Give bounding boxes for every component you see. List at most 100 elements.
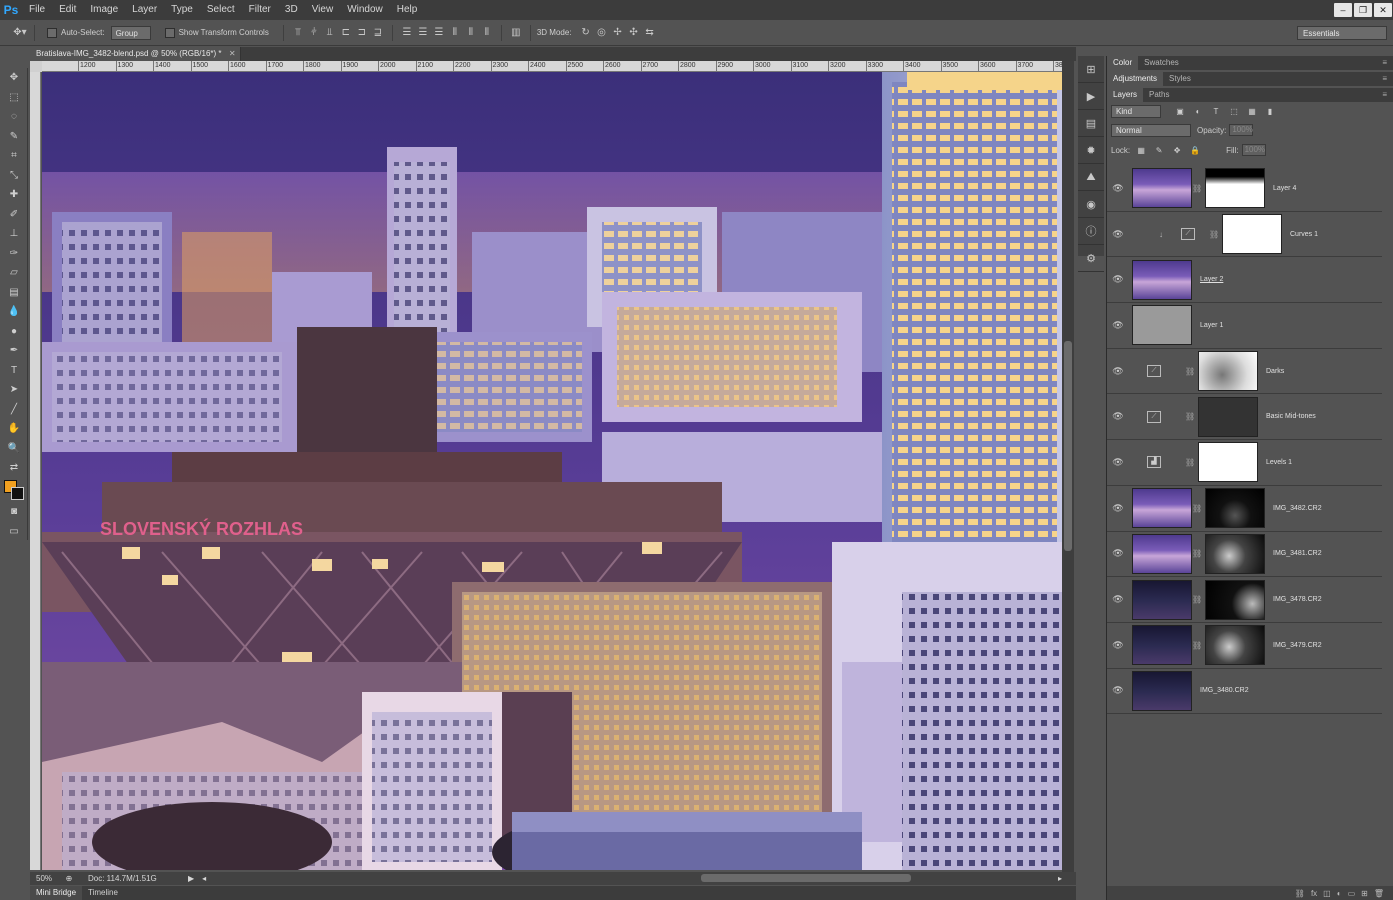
path-select-tool-icon[interactable]: ➤: [0, 380, 28, 400]
visibility-eye-icon[interactable]: 👁: [1107, 411, 1129, 422]
visibility-eye-icon[interactable]: 👁: [1107, 183, 1129, 194]
align-bottom-icon[interactable]: ⫫: [322, 26, 338, 40]
add-mask-icon[interactable]: ◫: [1323, 889, 1331, 898]
tab-adjustments[interactable]: Adjustments: [1107, 72, 1164, 86]
document-tab[interactable]: Bratislava-IMG_3482-blend.psd @ 50% (RGB…: [30, 47, 241, 61]
visibility-eye-icon[interactable]: 👁: [1107, 229, 1129, 240]
link-icon[interactable]: ⛓: [1192, 504, 1202, 513]
status-icon[interactable]: ⊕: [62, 874, 76, 883]
layer-row[interactable]: 👁 ⟋ ⛓ Darks: [1107, 349, 1382, 395]
layer-mask-thumbnail[interactable]: [1198, 396, 1258, 437]
layer-row[interactable]: 👁 ⛓ IMG_3481.CR2: [1107, 532, 1382, 578]
menu-image[interactable]: Image: [83, 0, 125, 20]
clone-source-icon[interactable]: ⛰: [1078, 164, 1104, 191]
3d-pan-icon[interactable]: ✢: [610, 26, 626, 40]
actions-icon[interactable]: ▶: [1078, 83, 1104, 110]
restore-button[interactable]: ❐: [1354, 3, 1372, 17]
layer-mask-thumbnail[interactable]: [1205, 168, 1265, 209]
link-icon[interactable]: ⛓: [1209, 230, 1219, 239]
3d-rotate-icon[interactable]: ↻: [578, 26, 594, 40]
lock-all-icon[interactable]: 🔒: [1188, 144, 1202, 156]
minimize-button[interactable]: –: [1334, 3, 1352, 17]
brush-settings-icon[interactable]: ✹: [1078, 137, 1104, 164]
vertical-scroll-thumb[interactable]: [1064, 341, 1072, 551]
close-tab-icon[interactable]: ✕: [229, 47, 236, 61]
layer-row[interactable]: 👁 Layer 2: [1107, 257, 1382, 304]
visibility-eye-icon[interactable]: 👁: [1107, 640, 1129, 651]
panel-menu-icon[interactable]: ≡: [1382, 56, 1393, 70]
layer-mask-thumbnail[interactable]: [1205, 488, 1265, 529]
status-menu-icon[interactable]: ▶: [188, 874, 194, 883]
visibility-eye-icon[interactable]: 👁: [1107, 685, 1129, 696]
healing-brush-tool-icon[interactable]: ✚: [0, 185, 28, 205]
type-tool-icon[interactable]: T: [0, 361, 28, 381]
link-icon[interactable]: ⛓: [1192, 641, 1202, 650]
3d-roll-icon[interactable]: ◎: [594, 26, 610, 40]
horizontal-scrollbar[interactable]: [206, 872, 1058, 885]
menu-3d[interactable]: 3D: [278, 0, 305, 20]
marquee-tool-icon[interactable]: ⬚: [0, 88, 28, 108]
distribute-right-icon[interactable]: ⫴: [479, 26, 495, 40]
dodge-tool-icon[interactable]: ●: [0, 322, 28, 342]
layer-row[interactable]: 👁 ⟋ ⛓ Basic Mid-tones: [1107, 394, 1382, 441]
horizontal-scroll-thumb[interactable]: [701, 874, 912, 882]
horizontal-ruler[interactable]: 1200 1300 1400 1500 1600 1700 1800 1900 2000 2100…: [42, 61, 1062, 72]
link-icon[interactable]: ⛓: [1192, 549, 1202, 558]
align-hcenter-icon[interactable]: ⊐: [354, 26, 370, 40]
new-adjustment-icon[interactable]: ◐: [1337, 889, 1342, 898]
link-layers-icon[interactable]: ⛓: [1295, 889, 1305, 898]
layer-row[interactable]: 👁 ⛓ Layer 4: [1107, 166, 1382, 212]
distribute-vcenter-icon[interactable]: ☰: [415, 26, 431, 40]
layer-row[interactable]: 👁 Layer 1: [1107, 303, 1382, 349]
delete-layer-icon[interactable]: 🗑: [1374, 889, 1384, 898]
auto-align-icon[interactable]: ▥: [508, 26, 524, 40]
layer-row[interactable]: 👁 ⛓ IMG_3482.CR2: [1107, 486, 1382, 532]
menu-window[interactable]: Window: [340, 0, 390, 20]
menu-help[interactable]: Help: [390, 0, 425, 20]
menu-file[interactable]: File: [22, 0, 52, 20]
tab-mini-bridge[interactable]: Mini Bridge: [30, 886, 83, 900]
align-right-icon[interactable]: ⊒: [370, 26, 386, 40]
layer-row[interactable]: 👁 ↓ ⟋ ⛓ Curves 1: [1107, 212, 1382, 258]
menu-type[interactable]: Type: [164, 0, 200, 20]
tab-layers[interactable]: Layers: [1107, 88, 1144, 102]
eyedropper-tool-icon[interactable]: ⤡: [0, 166, 28, 186]
panel-menu-icon[interactable]: ≡: [1382, 72, 1393, 86]
layer-mask-thumbnail[interactable]: [1205, 533, 1265, 574]
link-icon[interactable]: ⛓: [1192, 595, 1202, 604]
distribute-bottom-icon[interactable]: ☰: [431, 26, 447, 40]
link-icon[interactable]: ⛓: [1185, 458, 1195, 467]
lasso-tool-icon[interactable]: ◌: [0, 107, 28, 127]
fill-field[interactable]: 100%: [1241, 144, 1266, 156]
tab-paths[interactable]: Paths: [1143, 88, 1175, 102]
filter-adjustment-icon[interactable]: ◐: [1191, 105, 1205, 117]
layer-mask-thumbnail[interactable]: [1205, 625, 1265, 666]
ruler-origin[interactable]: [30, 61, 42, 72]
auto-select-dropdown[interactable]: Group: [110, 25, 151, 40]
layer-mask-thumbnail[interactable]: [1198, 351, 1258, 392]
layer-comps-icon[interactable]: ▤: [1078, 110, 1104, 137]
visibility-eye-icon[interactable]: 👁: [1107, 320, 1129, 331]
layer-mask-thumbnail[interactable]: [1198, 442, 1258, 483]
link-icon[interactable]: ⛓: [1185, 412, 1195, 421]
move-tool-preset-icon[interactable]: ✥▾: [12, 26, 28, 40]
layer-row[interactable]: 👁 ⛓ IMG_3478.CR2: [1107, 577, 1382, 623]
image-canvas[interactable]: SLOVENSKÝ ROZHLAS: [42, 72, 1062, 870]
swap-colors-icon[interactable]: ⇄: [0, 458, 28, 478]
distribute-left-icon[interactable]: ⫴: [447, 26, 463, 40]
close-button[interactable]: ✕: [1374, 3, 1392, 17]
filter-toggle-icon[interactable]: ▮: [1263, 105, 1277, 117]
visibility-eye-icon[interactable]: 👁: [1107, 503, 1129, 514]
zoom-tool-icon[interactable]: 🔍: [0, 439, 28, 459]
link-icon[interactable]: ⛓: [1185, 367, 1195, 376]
distribute-hcenter-icon[interactable]: ⫴: [463, 26, 479, 40]
panel-menu-icon[interactable]: ≡: [1382, 88, 1393, 102]
pen-tool-icon[interactable]: ✒: [0, 341, 28, 361]
quick-mask-icon[interactable]: ◙: [0, 502, 28, 522]
visibility-eye-icon[interactable]: 👁: [1107, 594, 1129, 605]
gradient-tool-icon[interactable]: ▤: [0, 283, 28, 303]
auto-select-checkbox[interactable]: [47, 27, 57, 38]
align-top-icon[interactable]: ⫪: [290, 26, 306, 40]
tab-swatches[interactable]: Swatches: [1138, 56, 1185, 70]
lock-transparency-icon[interactable]: ▦: [1134, 144, 1148, 156]
